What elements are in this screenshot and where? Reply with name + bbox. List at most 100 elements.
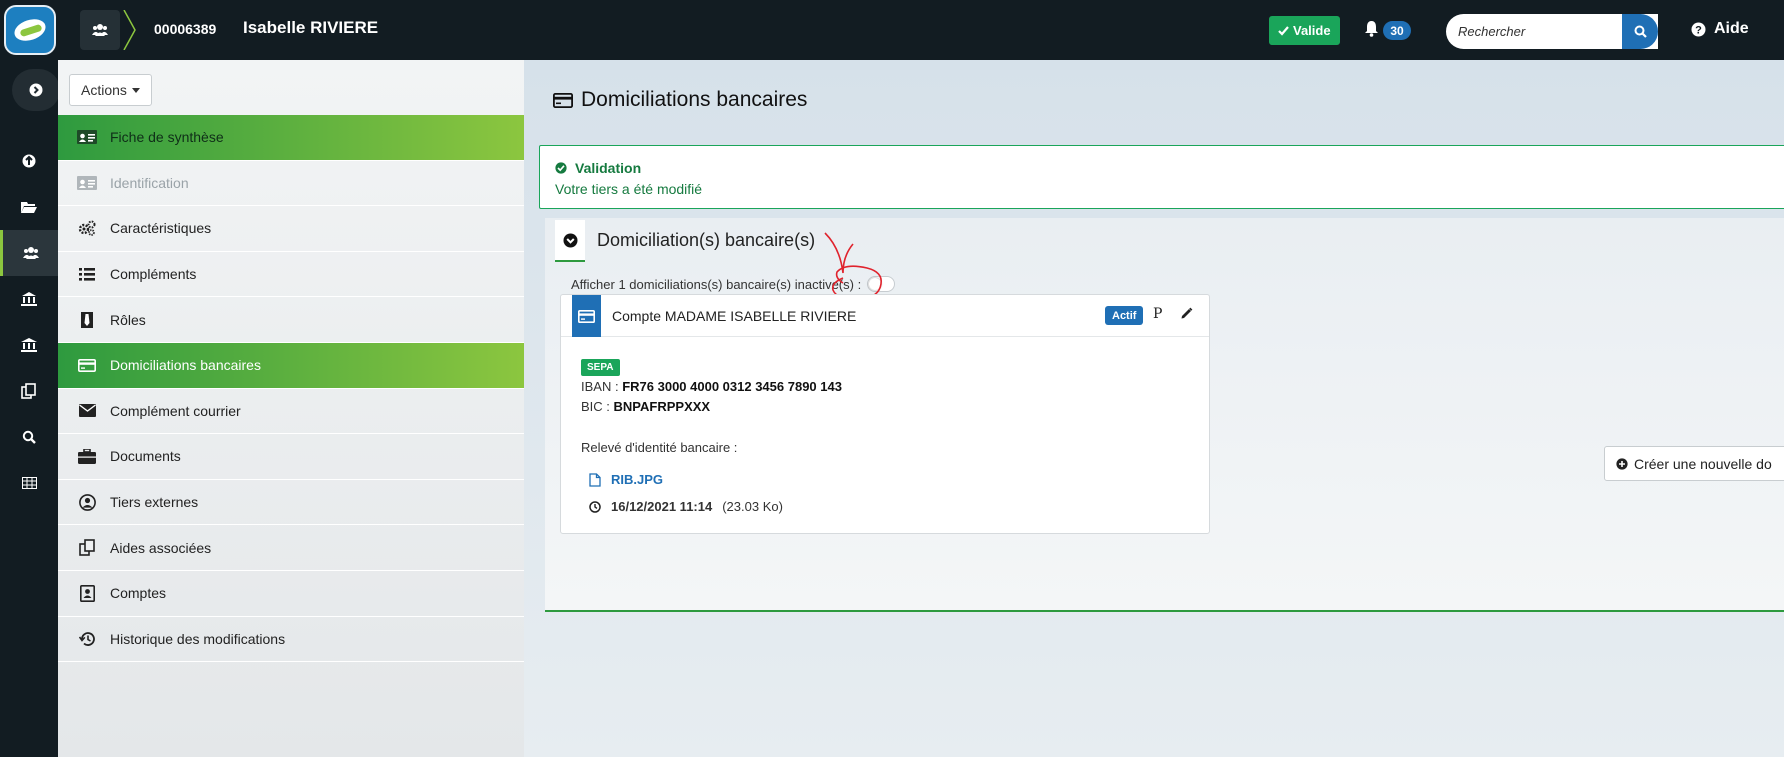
breadcrumb-chevron-icon <box>123 10 136 50</box>
nav-item-historique[interactable]: Historique des modifications <box>58 617 524 663</box>
folder-icon <box>21 201 37 213</box>
table-icon <box>21 477 37 489</box>
bic-value: BNPAFRPPXXX <box>613 399 711 414</box>
court-icon <box>21 292 37 306</box>
gears-icon <box>76 220 98 237</box>
nav-item-label: Rôles <box>110 311 146 328</box>
bic-row: BIC : BNPAFRPPXXX <box>581 399 710 414</box>
nav-item-complements[interactable]: Compléments <box>58 252 524 298</box>
nav-item-label: Tiers externes <box>110 494 199 511</box>
alert-title: Validation <box>555 160 641 176</box>
rail-item-users[interactable] <box>0 230 58 276</box>
search-button[interactable] <box>1622 14 1658 49</box>
bic-label: BIC : <box>581 399 610 414</box>
validation-alert: Validation Votre tiers a été modifié <box>539 145 1784 209</box>
nav-item-fiche-de-synthese[interactable]: Fiche de synthèse <box>58 115 524 161</box>
inactive-accounts-toggle-row: Afficher 1 domiciliations(s) bancaire(s)… <box>571 276 896 292</box>
sidebar-toggle-button[interactable] <box>12 69 60 111</box>
sepa-badge: SEPA <box>581 359 620 376</box>
chevron-right-circle-icon <box>29 83 43 97</box>
nav-item-complement-courrier[interactable]: Complément courrier <box>58 389 524 435</box>
file-date: 16/12/2021 11:14 <box>611 499 713 514</box>
copy-icon <box>76 539 98 556</box>
active-badge: Actif <box>1105 306 1144 325</box>
rail-item-copies[interactable] <box>0 368 58 414</box>
nav-item-label: Aides associées <box>110 539 212 556</box>
check-circle-icon <box>555 162 567 174</box>
nav-item-aides-associees[interactable]: Aides associées <box>58 525 524 571</box>
inactive-accounts-toggle[interactable] <box>867 276 896 292</box>
rail-item-info[interactable] <box>0 138 58 184</box>
nav-item-documents[interactable]: Documents <box>58 434 524 480</box>
list-icon <box>76 267 98 281</box>
iban-label: IBAN : <box>581 379 619 394</box>
help-link[interactable]: ? Aide <box>1691 20 1749 38</box>
rail-item-bank[interactable] <box>0 322 58 368</box>
clock-icon <box>589 500 601 513</box>
card-title: Compte MADAME ISABELLE RIVIERE <box>612 308 857 324</box>
panel-header: Domiciliation(s) bancaire(s) <box>545 218 1784 264</box>
nav-item-label: Compléments <box>110 266 197 283</box>
nav-item-comptes[interactable]: Comptes <box>58 571 524 617</box>
actions-dropdown-button[interactable]: Actions <box>69 74 152 106</box>
section-nav-list: Fiche de synthèse Identification Caracté… <box>58 115 524 663</box>
nav-item-tiers-externes[interactable]: Tiers externes <box>58 480 524 526</box>
plus-circle-icon <box>1616 457 1628 470</box>
chevron-down-circle-icon <box>563 233 577 247</box>
contact-card-icon <box>76 584 98 602</box>
bell-icon[interactable] <box>1364 20 1379 37</box>
nav-item-roles[interactable]: Rôles <box>58 297 524 343</box>
nav-item-label: Fiche de synthèse <box>110 129 224 146</box>
nav-item-label: Identification <box>110 174 189 191</box>
top-bar: 00006389 Isabelle RIVIERE Valide 30 ? Ai… <box>0 0 1784 60</box>
collapse-button[interactable] <box>555 220 585 262</box>
iban-value: FR76 3000 4000 0312 3456 7890 143 <box>622 379 842 394</box>
record-id: 00006389 <box>154 21 217 37</box>
history-icon <box>76 631 98 647</box>
page-title-text: Domiciliations bancaires <box>581 88 808 111</box>
notification-count[interactable]: 30 <box>1383 21 1411 40</box>
nav-item-identification[interactable]: Identification <box>58 161 524 207</box>
record-name: Isabelle RIVIERE <box>243 18 379 37</box>
rail-item-court[interactable] <box>0 276 58 322</box>
nav-item-label: Historique des modifications <box>110 630 286 647</box>
id-card-icon <box>76 130 98 145</box>
rib-file-link[interactable]: RIB.JPG <box>589 472 663 487</box>
pencil-icon[interactable] <box>1180 307 1193 320</box>
copy-icon <box>21 383 36 399</box>
main-content: Domiciliations bancaires Validation Votr… <box>524 60 1784 757</box>
section-nav: Actions Fiche de synthèse Identification… <box>58 60 524 757</box>
credit-card-icon <box>76 358 98 372</box>
nav-item-label: Comptes <box>110 585 167 602</box>
status-label: Valide <box>1293 23 1331 38</box>
file-icon <box>589 472 601 487</box>
create-bank-account-button[interactable]: Créer une nouvelle do <box>1604 446 1784 481</box>
card-header: Compte MADAME ISABELLE RIVIERE Actif P <box>561 295 1209 337</box>
file-meta: 16/12/2021 11:14 (23.03 Ko) <box>589 499 783 514</box>
briefcase-icon <box>76 448 98 464</box>
alert-title-text: Validation <box>575 160 642 176</box>
status-badge[interactable]: Valide <box>1269 16 1340 45</box>
users-icon <box>22 247 39 259</box>
users-icon[interactable] <box>80 10 120 50</box>
toggle-label: Afficher 1 domiciliations(s) bancaire(s)… <box>571 276 862 292</box>
bank-icon <box>21 338 37 352</box>
nav-item-label: Caractéristiques <box>110 220 212 237</box>
nav-item-domiciliations-bancaires[interactable]: Domiciliations bancaires <box>58 342 524 389</box>
search-icon <box>1634 25 1647 38</box>
nav-item-caracteristiques[interactable]: Caractéristiques <box>58 206 524 252</box>
alert-message: Votre tiers a été modifié <box>555 181 703 197</box>
app-logo[interactable] <box>4 5 56 55</box>
rail-item-table[interactable] <box>0 460 58 506</box>
bank-accounts-panel: Domiciliation(s) bancaire(s) Afficher 1 … <box>545 218 1784 612</box>
nav-item-label: Documents <box>110 448 181 465</box>
panel-title: Domiciliation(s) bancaire(s) <box>597 230 816 250</box>
iban-row: IBAN : FR76 3000 4000 0312 3456 7890 143 <box>581 379 842 394</box>
help-label: Aide <box>1714 20 1749 37</box>
principal-marker[interactable]: P <box>1153 306 1162 322</box>
user-circle-icon <box>76 493 98 511</box>
rail-item-folders[interactable] <box>0 184 58 230</box>
rail-item-search[interactable] <box>0 414 58 460</box>
svg-text:?: ? <box>1695 24 1702 36</box>
tie-icon <box>76 311 98 328</box>
